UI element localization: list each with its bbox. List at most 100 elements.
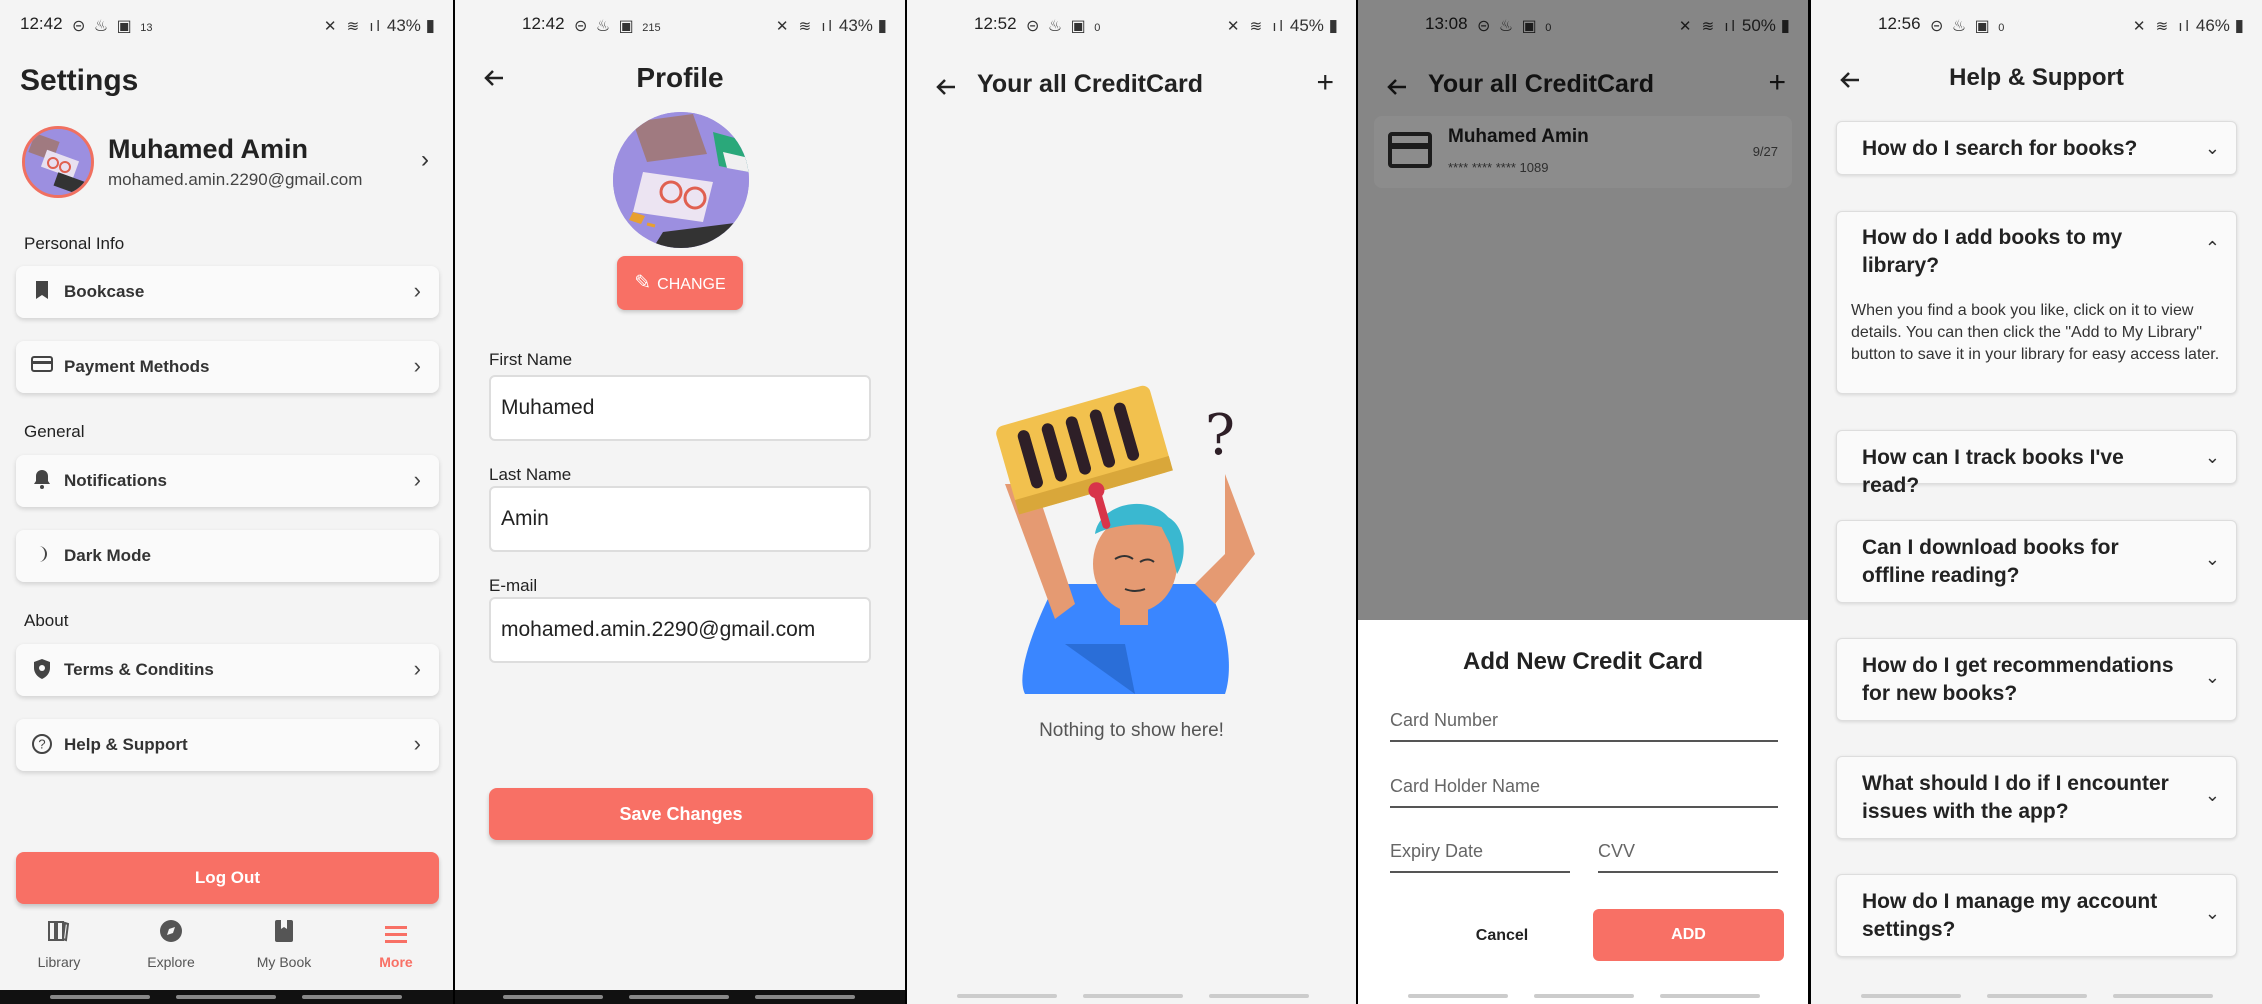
status-bar: 12:42 ⊝ ♨ ▣ 215 ✕ ≋ ıl 43% ▮ — [455, 14, 905, 46]
profile-screen: 12:42 ⊝ ♨ ▣ 215 ✕ ≋ ıl 43% ▮ Profile ✎ CHA… — [455, 0, 905, 1004]
chevron-right-icon: › — [413, 353, 421, 378]
change-photo-button[interactable]: ✎ CHANGE — [617, 256, 743, 310]
faq-item[interactable]: How can I track books I've read? ⌄ — [1836, 430, 2237, 497]
settings-item-label: Payment Methods — [64, 357, 210, 376]
section-about: About — [24, 611, 69, 630]
credit-cards-add-screen: 13:08 ⊝ ♨ ▣ 0 ✕ ≋ ıl 50% ▮ Your all Credi… — [1358, 0, 1808, 1004]
settings-item-bookcase[interactable]: Bookcase › — [16, 266, 439, 318]
profile-avatar — [613, 112, 749, 248]
chevron-down-icon: ⌄ — [2204, 549, 2220, 569]
battery-level: 45% — [1289, 16, 1324, 35]
first-name-field[interactable]: Muhamed — [489, 375, 871, 441]
settings-item-dark-mode[interactable]: Dark Mode — [16, 530, 439, 582]
chevron-right-icon: › — [421, 146, 429, 173]
signal-icons: ✕ ≋ ıl — [775, 18, 835, 35]
shield-icon — [30, 658, 54, 682]
page-title: Profile — [636, 62, 724, 93]
faq-answer: When you find a book you like, click on … — [1851, 302, 2220, 363]
chevron-up-icon: ⌃ — [2204, 238, 2220, 258]
system-nav-bar — [0, 990, 453, 1004]
settings-item-label: Bookcase — [64, 282, 145, 301]
empty-state-illustration: ? — [996, 385, 1255, 694]
chevron-down-icon: ⌄ — [2204, 447, 2220, 467]
pencil-icon: ✎ — [634, 272, 652, 294]
card-holder-input[interactable]: Card Holder Name — [1390, 768, 1778, 808]
chevron-right-icon: › — [413, 467, 421, 492]
status-net-speed: 215 — [642, 22, 661, 34]
back-arrow-icon[interactable] — [935, 73, 957, 105]
page-title: Your all CreditCard — [977, 70, 1203, 98]
status-left-icons: ⊝ ♨ ▣ 0 — [1930, 18, 2005, 35]
first-name-label: First Name — [489, 350, 573, 369]
system-nav-bar — [1358, 992, 1808, 1000]
settings-item-help[interactable]: ? Help & Support › — [16, 719, 439, 771]
nav-more[interactable]: More — [351, 918, 441, 970]
faq-question: How can I track books I've read? — [1862, 446, 2124, 497]
avatar-image — [25, 129, 91, 195]
faq-question: What should I do if I encounter issues w… — [1862, 772, 2169, 823]
chevron-down-icon: ⌄ — [2204, 903, 2220, 923]
add-card-button[interactable]: ADD — [1593, 909, 1784, 961]
chevron-right-icon: › — [413, 731, 421, 756]
section-personal-info: Personal Info — [24, 234, 125, 253]
save-changes-button[interactable]: Save Changes — [489, 788, 873, 840]
status-left-icons: ⊝ ♨ ▣ 13 — [72, 18, 153, 35]
nav-my-book[interactable]: My Book — [239, 918, 329, 970]
nav-label: My Book — [256, 954, 312, 970]
half-moon-icon — [30, 544, 54, 568]
battery-level: 46% — [2195, 16, 2230, 35]
faq-question: How do I manage my account settings? — [1862, 890, 2158, 941]
card-number-input[interactable]: Card Number — [1390, 702, 1778, 742]
chevron-right-icon: › — [413, 278, 421, 303]
expiry-date-input[interactable]: Expiry Date — [1390, 833, 1570, 873]
library-icon — [14, 918, 104, 952]
profile-row[interactable]: Muhamed Amin mohamed.amin.2290@gmail.com… — [22, 126, 435, 198]
status-right: ✕ ≋ ıl 43% ▮ — [323, 16, 435, 35]
faq-item[interactable]: How do I manage my account settings? ⌄ — [1836, 874, 2237, 957]
settings-item-label: Help & Support — [64, 735, 188, 754]
profile-email: mohamed.amin.2290@gmail.com — [108, 170, 363, 189]
add-icon[interactable]: + — [1316, 66, 1334, 100]
battery-level: 43% — [838, 16, 873, 35]
faq-item-expanded[interactable]: How do I add books to my library? ⌃ When… — [1836, 211, 2237, 394]
faq-item[interactable]: How do I get recommendations for new boo… — [1836, 638, 2237, 721]
nav-explore[interactable]: Explore — [126, 918, 216, 970]
faq-question: How do I get recommendations for new boo… — [1862, 654, 2174, 705]
change-button-label: CHANGE — [657, 276, 726, 293]
settings-item-label: Notifications — [64, 471, 167, 490]
system-nav-bar — [455, 990, 905, 1004]
book-icon — [239, 918, 329, 952]
compass-icon — [126, 918, 216, 952]
nav-label: Library — [37, 954, 81, 970]
last-name-field[interactable]: Amin — [489, 486, 871, 552]
faq-item[interactable]: What should I do if I encounter issues w… — [1836, 756, 2237, 839]
status-left-icons: ⊝ ♨ ▣ 0 — [1026, 18, 1101, 35]
settings-item-label: Dark Mode — [64, 546, 151, 565]
cvv-input[interactable]: CVV — [1598, 833, 1778, 873]
faq-item[interactable]: How do I search for books? ⌄ — [1836, 121, 2237, 175]
settings-item-payment-methods[interactable]: Payment Methods › — [16, 341, 439, 393]
cancel-button[interactable]: Cancel — [1432, 910, 1572, 962]
settings-item-notifications[interactable]: Notifications › — [16, 455, 439, 507]
svg-text:?: ? — [1205, 403, 1235, 468]
last-name-label: Last Name — [489, 465, 572, 484]
status-right: ✕ ≋ ıl 43% ▮ — [775, 16, 887, 35]
bottom-nav: Library Explore My Book More — [0, 910, 453, 990]
settings-item-terms[interactable]: Terms & Conditins › — [16, 644, 439, 696]
email-field[interactable]: mohamed.amin.2290@gmail.com — [489, 597, 871, 663]
system-nav-bar — [1811, 992, 2262, 1000]
logout-button[interactable]: Log Out — [16, 852, 439, 904]
modal-backdrop[interactable] — [1358, 0, 1808, 620]
page-title: Settings — [20, 64, 139, 97]
bookcase-icon — [30, 280, 54, 304]
system-nav-bar — [907, 992, 1356, 1000]
page-title: Help & Support — [1949, 64, 2124, 91]
status-right: ✕ ≋ ıl 45% ▮ — [1226, 16, 1338, 35]
bell-icon — [30, 469, 54, 493]
nav-library[interactable]: Library — [14, 918, 104, 970]
faq-question: How do I search for books? — [1862, 137, 2138, 160]
faq-item[interactable]: Can I download books for offline reading… — [1836, 520, 2237, 603]
battery-level: 43% — [386, 16, 421, 35]
credit-card-icon — [30, 355, 54, 379]
signal-icons: ✕ ≋ ıl — [2132, 18, 2192, 35]
